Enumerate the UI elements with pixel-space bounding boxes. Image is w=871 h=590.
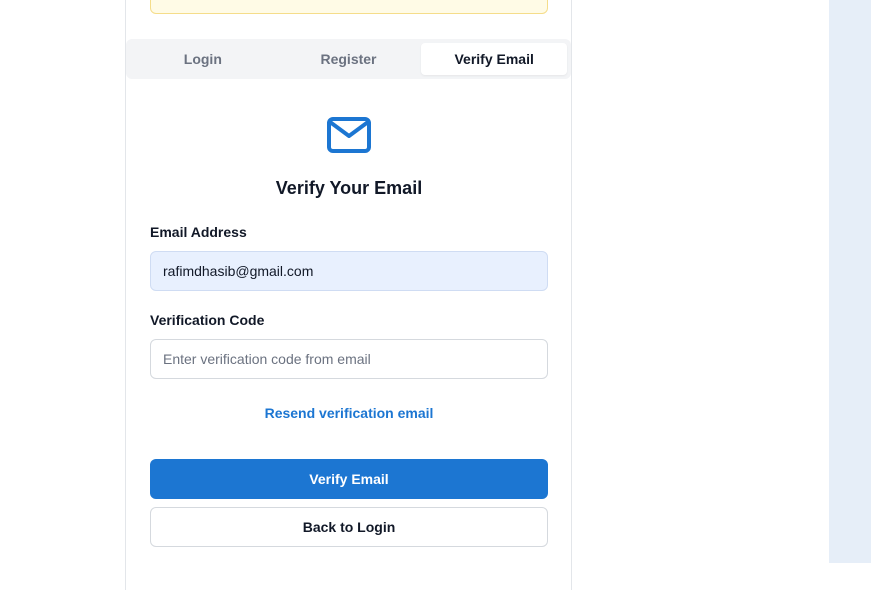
- auth-panel: [125, 0, 572, 590]
- right-background-strip: [829, 0, 871, 563]
- resend-verification-link[interactable]: Resend verification email: [150, 405, 548, 421]
- verification-code-input[interactable]: [150, 339, 548, 379]
- page-title: Verify Your Email: [275, 178, 423, 198]
- verify-email-button[interactable]: Verify Email: [150, 459, 548, 499]
- auth-tabs: Login Register Verify Email: [126, 39, 571, 79]
- tab-login[interactable]: Login: [130, 43, 276, 75]
- email-label: Email Address: [150, 224, 247, 240]
- verification-code-label: Verification Code: [150, 312, 265, 328]
- email-field[interactable]: [150, 251, 548, 291]
- tab-verify-email[interactable]: Verify Email: [421, 43, 568, 75]
- mail-icon: [327, 117, 371, 153]
- back-to-login-button[interactable]: Back to Login: [150, 507, 548, 547]
- tab-register[interactable]: Register: [276, 43, 422, 75]
- alert-banner: [150, 0, 548, 14]
